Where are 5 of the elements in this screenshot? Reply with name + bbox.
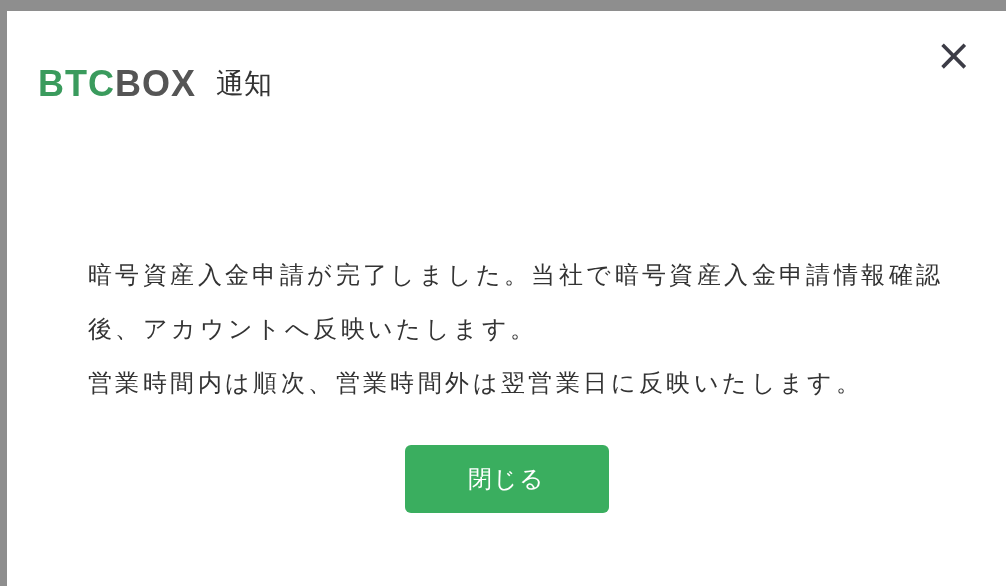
logo: BTCBOX	[38, 62, 196, 105]
close-button[interactable]: ×	[935, 33, 972, 77]
message-text: 暗号資産入金申請が完了しました。当社で暗号資産入金申請情報確認後、アカウントへ反映いたします。	[88, 260, 945, 345]
dialog-title: 通知	[216, 65, 272, 102]
message-text: 営業時間内は順次、営業時間外は翌営業日に反映いたします。	[88, 368, 865, 399]
